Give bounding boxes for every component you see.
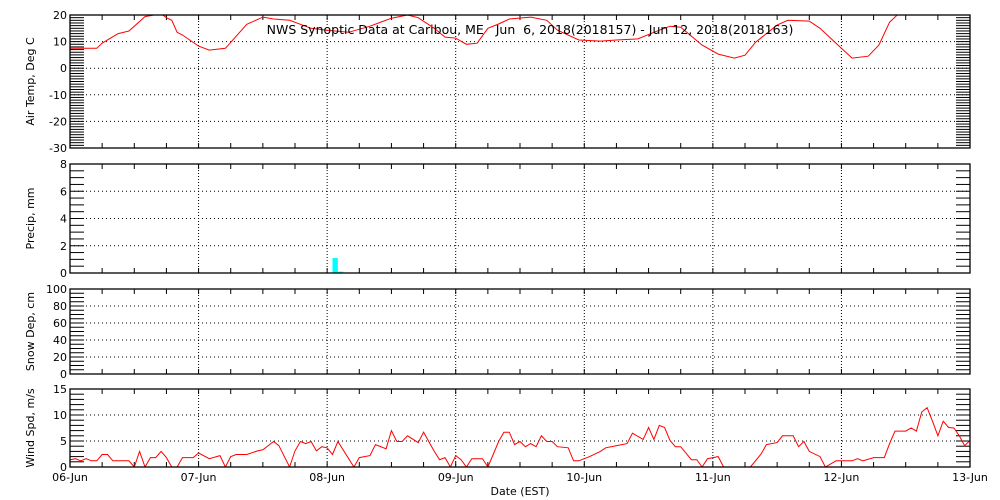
wind-speed-y-axis-label: Wind Spd, m/s — [24, 388, 37, 468]
snow-depth-y-tick-label: 100 — [46, 283, 67, 296]
x-tick-label: 08-Jun — [309, 471, 345, 484]
air-temp-y-tick-label: -20 — [49, 115, 67, 128]
snow-depth-panel: 0 20 40 60 80 100 Snow Dep, cm — [24, 283, 971, 381]
x-tick-label: 13-Jun — [952, 471, 988, 484]
snow-depth-y-tick-label: 80 — [53, 300, 67, 313]
x-tick-label: 10-Jun — [566, 471, 602, 484]
snow-depth-y-tick-label: 20 — [53, 351, 67, 364]
precip-y-tick-label: 2 — [60, 240, 67, 253]
wind-speed-y-tick-label: 10 — [53, 409, 67, 422]
wind-speed-y-tick-label: 15 — [53, 383, 67, 396]
air-temp-y-tick-label: 20 — [53, 9, 67, 22]
snow-depth-y-axis-label: Snow Dep, cm — [24, 292, 37, 371]
air-temp-y-tick-label: 0 — [60, 62, 67, 75]
precip-y-axis-label: Precip, mm — [24, 188, 37, 250]
x-tick-label: 12-Jun — [824, 471, 860, 484]
x-tick-label: 06-Jun — [52, 471, 88, 484]
precip-panel: 0 2 4 6 8 Precip, mm — [24, 158, 971, 280]
precip-bar — [332, 258, 338, 273]
snow-depth-axes-frame — [69, 288, 971, 375]
x-tick-label: 07-Jun — [181, 471, 217, 484]
air-temp-y-axis-label: Air Temp, Deg C — [24, 37, 37, 126]
snow-depth-y-tick-label: 0 — [60, 368, 67, 381]
wind-speed-y-tick-label: 5 — [60, 435, 67, 448]
precip-y-tick-label: 0 — [60, 267, 67, 280]
precip-y-tick-label: 6 — [60, 185, 67, 198]
air-temp-y-tick-label: 10 — [53, 36, 67, 49]
chart-title: NWS Synoptic Data at Caribou, ME Jun 6, … — [267, 22, 794, 37]
air-temp-y-tick-label: -30 — [49, 142, 67, 155]
snow-depth-y-tick-label: 40 — [53, 334, 67, 347]
chart-canvas: Date (EST) -30-20-1001020Air Temp, Deg C… — [24, 9, 988, 498]
wind-speed-series-line — [70, 406, 970, 467]
wind-speed-axes-frame — [69, 388, 971, 468]
air-temp-y-tick-label: -10 — [49, 89, 67, 102]
synoptic-chart-figure: Date (EST) -30 -20 -10 0 10 20 Air Temp, Deg C… — [0, 0, 1000, 500]
x-tick-label: 09-Jun — [438, 471, 474, 484]
x-tick-label: 11-Jun — [695, 471, 731, 484]
precip-y-tick-label: 4 — [60, 213, 67, 226]
snow-depth-y-tick-label: 60 — [53, 317, 67, 330]
x-axis-label: Date (EST) — [490, 485, 549, 498]
wind-speed-panel: 051015Wind Spd, m/s — [24, 383, 971, 474]
precip-y-tick-label: 8 — [60, 158, 67, 171]
